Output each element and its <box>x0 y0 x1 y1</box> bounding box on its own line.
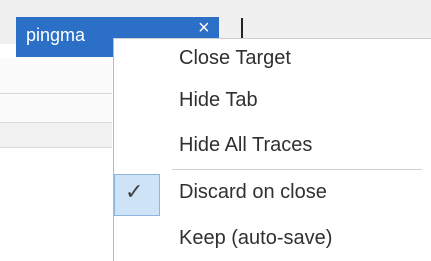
menu-item-hide-all-traces[interactable]: Hide All Traces <box>179 134 312 157</box>
tab-label: pingma <box>26 25 86 45</box>
menu-separator <box>172 169 422 170</box>
list-row <box>0 57 112 94</box>
context-menu: Close Target Hide Tab Hide All Traces ✓ … <box>113 38 431 261</box>
menu-item-discard-on-close[interactable]: Discard on close <box>179 181 327 204</box>
list-row <box>0 123 112 148</box>
close-icon[interactable]: × <box>198 18 210 38</box>
checkmark-icon: ✓ <box>125 180 144 205</box>
checked-indicator: ✓ <box>114 174 160 216</box>
toolbar-divider <box>241 18 243 40</box>
menu-item-close-target[interactable]: Close Target <box>179 47 291 70</box>
menu-item-hide-tab[interactable]: Hide Tab <box>179 89 258 112</box>
menu-item-keep-auto-save[interactable]: Keep (auto-save) <box>179 227 332 250</box>
list-row <box>0 94 112 123</box>
